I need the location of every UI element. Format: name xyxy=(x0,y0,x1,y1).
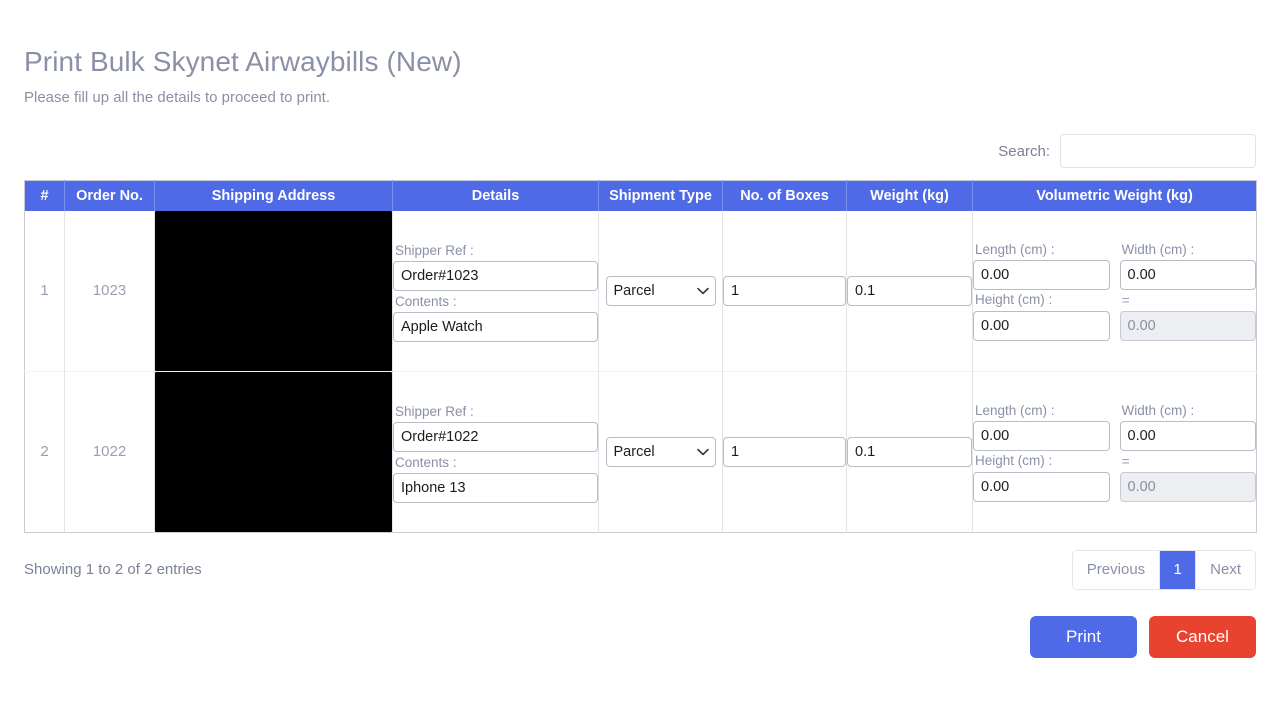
height-label: Height (cm) : xyxy=(975,292,1053,308)
table-row: 1 1023 Shipper Ref : Contents : ParcelDo… xyxy=(24,210,1257,372)
equals-label: = xyxy=(1121,453,1130,470)
details-cell: Shipper Ref : Contents : xyxy=(392,370,599,533)
pagination-page-1[interactable]: 1 xyxy=(1160,550,1197,589)
length-label: Length (cm) : xyxy=(975,242,1055,258)
page-title: Print Bulk Skynet Airwaybills (New) xyxy=(24,46,462,77)
column-header-order-no: Order No. xyxy=(64,180,155,211)
no-of-boxes-cell xyxy=(722,210,847,372)
search-input[interactable] xyxy=(1060,134,1256,169)
print-button[interactable]: Print xyxy=(1030,615,1137,658)
airwaybills-table-wrapper: # Order No. Shipping Address Details Shi… xyxy=(24,180,1257,533)
pagination-next[interactable]: Next xyxy=(1196,550,1255,589)
shipment-type-select-wrapper: ParcelDocument xyxy=(605,275,716,306)
airwaybills-table: # Order No. Shipping Address Details Shi… xyxy=(24,180,1257,533)
shipment-type-cell: ParcelDocument xyxy=(598,210,723,372)
shipment-type-select-wrapper: ParcelDocument xyxy=(605,436,716,467)
length-input[interactable] xyxy=(973,421,1110,452)
shipping-address-cell xyxy=(154,370,393,533)
table-row: 2 1022 Shipper Ref : Contents : ParcelDo… xyxy=(24,370,1257,533)
column-header-shipment-type: Shipment Type xyxy=(598,180,723,211)
volumetric-grid: Length (cm) : Width (cm) : Height (cm) :… xyxy=(973,240,1256,342)
pagination-previous[interactable]: Previous xyxy=(1072,550,1161,589)
volumetric-weight-cell: Length (cm) : Width (cm) : Height (cm) :… xyxy=(972,210,1257,372)
column-header-shipping-address: Shipping Address xyxy=(154,180,393,211)
shipping-address-cell xyxy=(154,210,393,372)
shipper-ref-input[interactable] xyxy=(393,421,598,452)
column-header-volumetric-weight: Volumetric Weight (kg) xyxy=(972,180,1257,211)
details-cell: Shipper Ref : Contents : xyxy=(392,210,599,372)
weight-input[interactable] xyxy=(847,275,972,306)
column-header-index: # xyxy=(24,180,65,211)
length-input[interactable] xyxy=(973,260,1110,291)
volumetric-weight-result xyxy=(1119,311,1256,342)
width-input[interactable] xyxy=(1119,260,1256,291)
table-header-row: # Order No. Shipping Address Details Shi… xyxy=(24,180,1257,211)
cancel-button[interactable]: Cancel xyxy=(1149,615,1256,658)
volumetric-grid: Length (cm) : Width (cm) : Height (cm) :… xyxy=(973,401,1256,503)
shipper-ref-label: Shipper Ref : xyxy=(395,242,474,258)
weight-cell xyxy=(846,370,973,533)
height-input[interactable] xyxy=(973,472,1110,503)
shipper-ref-input[interactable] xyxy=(393,260,598,291)
equals-label: = xyxy=(1121,292,1130,309)
redacted-address-block xyxy=(155,371,392,532)
row-order-no: 1022 xyxy=(64,370,155,533)
contents-input[interactable] xyxy=(393,311,598,342)
weight-cell xyxy=(846,210,973,372)
length-label: Length (cm) : xyxy=(975,403,1055,419)
redacted-address-block xyxy=(155,210,392,371)
row-index: 2 xyxy=(24,370,65,533)
width-label: Width (cm) : xyxy=(1121,403,1195,419)
contents-label: Contents : xyxy=(395,454,457,470)
table-body: 1 1023 Shipper Ref : Contents : ParcelDo… xyxy=(24,210,1257,533)
column-header-weight: Weight (kg) xyxy=(846,180,973,211)
column-header-no-of-boxes: No. of Boxes xyxy=(722,180,847,211)
contents-input[interactable] xyxy=(393,472,598,503)
shipper-ref-label: Shipper Ref : xyxy=(395,403,474,419)
no-of-boxes-cell xyxy=(722,370,847,533)
row-index: 1 xyxy=(24,210,65,372)
column-header-details: Details xyxy=(392,180,599,211)
table-footer: Showing 1 to 2 of 2 entries Previous 1 N… xyxy=(24,548,1256,592)
width-label: Width (cm) : xyxy=(1121,242,1195,258)
search-row: Search: xyxy=(24,134,1256,169)
height-input[interactable] xyxy=(973,311,1110,342)
volumetric-weight-cell: Length (cm) : Width (cm) : Height (cm) :… xyxy=(972,370,1257,533)
page-subtitle: Please fill up all the details to procee… xyxy=(24,89,331,107)
weight-input[interactable] xyxy=(847,436,972,467)
row-order-no: 1023 xyxy=(64,210,155,372)
shipment-type-cell: ParcelDocument xyxy=(598,370,723,533)
no-of-boxes-input[interactable] xyxy=(723,275,846,306)
shipment-type-select[interactable]: ParcelDocument xyxy=(605,275,716,306)
shipment-type-select[interactable]: ParcelDocument xyxy=(605,436,716,467)
volumetric-weight-result xyxy=(1119,472,1256,503)
height-label: Height (cm) : xyxy=(975,453,1053,469)
action-buttons: Print Cancel xyxy=(24,615,1256,658)
contents-label: Contents : xyxy=(395,293,457,309)
no-of-boxes-input[interactable] xyxy=(723,436,846,467)
width-input[interactable] xyxy=(1119,421,1256,452)
pagination: Previous 1 Next xyxy=(1071,549,1256,590)
page-container: Print Bulk Skynet Airwaybills (New) Plea… xyxy=(0,0,1280,720)
entries-info: Showing 1 to 2 of 2 entries xyxy=(24,561,202,579)
search-label: Search: xyxy=(998,142,1050,160)
table-header: # Order No. Shipping Address Details Shi… xyxy=(24,180,1257,211)
